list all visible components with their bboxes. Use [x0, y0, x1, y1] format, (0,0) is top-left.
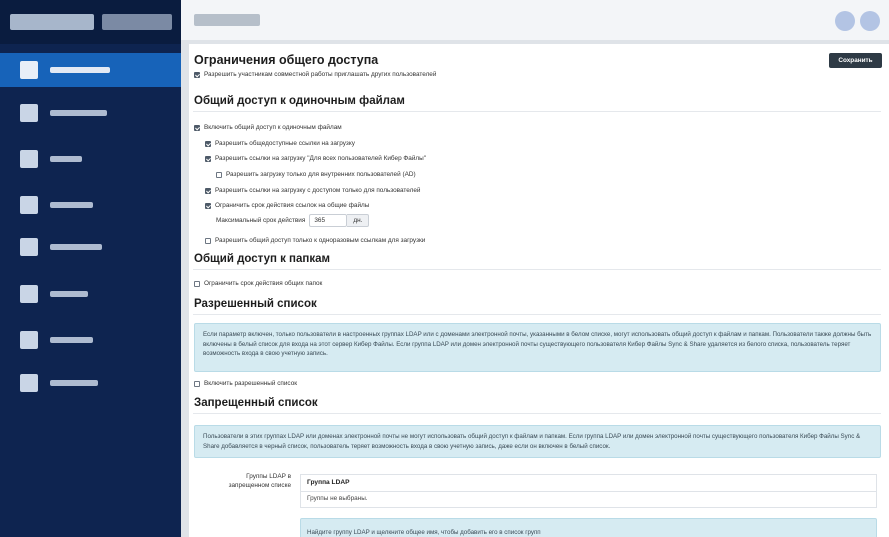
notifications-icon[interactable]: [835, 11, 855, 31]
collab-invite-label: Разрешить участникам совместной работы п…: [204, 71, 437, 78]
sidebar-item-icon: [20, 61, 38, 79]
sidebar-item-3[interactable]: [0, 142, 181, 176]
ldap-group-header: Группа LDAP: [300, 474, 877, 492]
enable-single-checkbox[interactable]: [194, 124, 200, 131]
divider: [193, 413, 881, 414]
divider: [193, 269, 881, 270]
divider: [193, 111, 881, 112]
deny-list-heading: Запрещенный список: [194, 397, 318, 409]
settings-panel: Ограничения общего доступа Сохранить Раз…: [189, 44, 889, 537]
ldap-group-empty: Группы не выбраны.: [300, 492, 877, 508]
sidebar: [0, 0, 181, 537]
all-users-links-option[interactable]: Разрешить ссылки на загрузку "Для всех п…: [205, 155, 426, 162]
folders-limit-option[interactable]: Ограничить срок действия общих папок: [194, 280, 322, 287]
max-expiry-unit: дн.: [347, 214, 370, 227]
product-logo: [10, 14, 94, 30]
folders-limit-checkbox[interactable]: [194, 280, 200, 287]
limit-expiry-option[interactable]: Ограничить срок действия ссылок на общие…: [205, 202, 369, 209]
divider: [193, 314, 881, 315]
sidebar-item-icon: [20, 331, 38, 349]
sidebar-item-label: [50, 337, 93, 343]
sidebar-item-icon: [20, 285, 38, 303]
sidebar-item-label: [50, 67, 110, 73]
allow-list-label: Включить разрешенный список: [204, 380, 298, 387]
limit-expiry-checkbox[interactable]: [205, 202, 211, 209]
max-expiry-row: Максимальный срок действия 365 дн.: [216, 214, 370, 227]
collab-invite-option[interactable]: Разрешить участникам совместной работы п…: [194, 71, 436, 78]
breadcrumb[interactable]: [194, 14, 260, 26]
public-links-option[interactable]: Разрешить общедоступные ссылки на загруз…: [205, 140, 355, 147]
all-users-links-label: Разрешить ссылки на загрузку "Для всех п…: [215, 155, 426, 162]
max-expiry-label: Максимальный срок действия: [216, 217, 306, 224]
top-bar: [181, 0, 889, 40]
sidebar-item-2[interactable]: [0, 96, 181, 130]
sidebar-item-icon: [20, 238, 38, 256]
collab-invite-checkbox[interactable]: [194, 71, 200, 78]
folders-heading: Общий доступ к папкам: [194, 253, 331, 265]
sidebar-item-label: [50, 244, 102, 250]
product-logo-secondary: [102, 14, 172, 30]
sidebar-item-label: [50, 202, 93, 208]
sidebar-item-icon: [20, 150, 38, 168]
one-time-only-label: Разрешить общий доступ только к одноразо…: [215, 237, 426, 244]
users-only-links-checkbox[interactable]: [205, 187, 211, 194]
sidebar-item-label: [50, 156, 82, 162]
enable-single-label: Включить общий доступ к одиночным файлам: [204, 124, 342, 131]
public-links-checkbox[interactable]: [205, 140, 211, 147]
sidebar-header: [0, 0, 181, 44]
public-links-label: Разрешить общедоступные ссылки на загруз…: [215, 140, 355, 147]
one-time-only-option[interactable]: Разрешить общий доступ только к одноразо…: [205, 237, 425, 244]
ldap-search-hint: Найдите группу LDAP и щелкните общее имя…: [300, 518, 877, 537]
sidebar-item-6[interactable]: [0, 277, 181, 311]
internal-only-label: Разрешить загрузку только для внутренних…: [226, 171, 416, 178]
avatar[interactable]: [860, 11, 880, 31]
enable-single-option[interactable]: Включить общий доступ к одиночным файлам: [194, 124, 342, 131]
save-button[interactable]: Сохранить: [829, 53, 882, 68]
sidebar-item-label: [50, 291, 88, 297]
allow-list-option[interactable]: Включить разрешенный список: [194, 380, 297, 387]
allow-list-checkbox[interactable]: [194, 380, 200, 387]
sidebar-item-icon: [20, 196, 38, 214]
sidebar-item-1[interactable]: [0, 53, 181, 87]
limit-expiry-label: Ограничить срок действия ссылок на общие…: [215, 202, 370, 209]
sidebar-item-label: [50, 110, 107, 116]
ldap-groups-label: Группы LDAP в запрещенном списке: [228, 473, 291, 489]
all-users-links-checkbox[interactable]: [205, 155, 211, 162]
max-expiry-input[interactable]: 365: [309, 214, 348, 227]
internal-only-option[interactable]: Разрешить загрузку только для внутренних…: [216, 171, 416, 178]
sidebar-item-5[interactable]: [0, 230, 181, 264]
folders-limit-label: Ограничить срок действия общих папок: [204, 280, 323, 287]
sidebar-item-8[interactable]: [0, 366, 181, 400]
internal-only-checkbox[interactable]: [216, 171, 222, 178]
sidebar-item-4[interactable]: [0, 188, 181, 222]
users-only-links-option[interactable]: Разрешить ссылки на загрузку с доступом …: [205, 187, 420, 194]
deny-list-info: Пользователи в этих группах LDAP или дом…: [194, 425, 881, 458]
one-time-only-checkbox[interactable]: [205, 237, 211, 244]
sidebar-item-icon: [20, 374, 38, 392]
page-title: Ограничения общего доступа: [194, 53, 379, 67]
sidebar-item-label: [50, 380, 98, 386]
single-files-heading: Общий доступ к одиночным файлам: [194, 95, 405, 107]
sidebar-item-icon: [20, 104, 38, 122]
users-only-links-label: Разрешить ссылки на загрузку с доступом …: [215, 187, 421, 194]
allow-list-info: Если параметр включен, только пользовате…: [194, 323, 881, 372]
sidebar-item-7[interactable]: [0, 323, 181, 357]
allow-list-heading: Разрешенный список: [194, 298, 317, 310]
